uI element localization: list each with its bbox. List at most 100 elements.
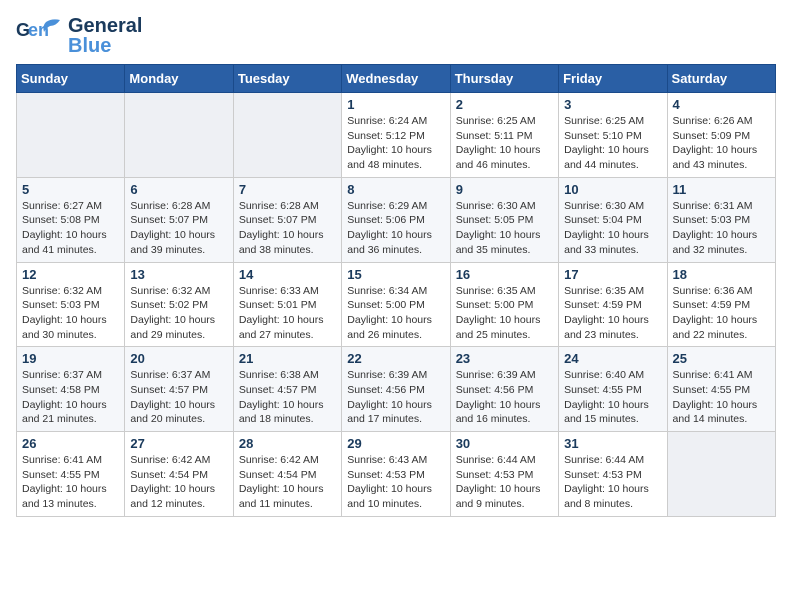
day-header-monday: Monday	[125, 65, 233, 93]
cell-info: Sunrise: 6:44 AM Sunset: 4:53 PM Dayligh…	[564, 453, 661, 512]
day-number: 7	[239, 182, 336, 197]
calendar-cell: 4 Sunrise: 6:26 AM Sunset: 5:09 PM Daylig…	[667, 93, 775, 178]
calendar-cell: 12 Sunrise: 6:32 AM Sunset: 5:03 PM Dayli…	[17, 262, 125, 347]
day-number: 5	[22, 182, 119, 197]
cell-info: Sunrise: 6:29 AM Sunset: 5:06 PM Dayligh…	[347, 199, 444, 258]
day-number: 11	[673, 182, 770, 197]
day-number: 18	[673, 267, 770, 282]
calendar-cell: 11 Sunrise: 6:31 AM Sunset: 5:03 PM Dayli…	[667, 177, 775, 262]
day-number: 15	[347, 267, 444, 282]
calendar-cell: 15 Sunrise: 6:34 AM Sunset: 5:00 PM Dayli…	[342, 262, 450, 347]
day-number: 23	[456, 351, 553, 366]
calendar-cell: 9 Sunrise: 6:30 AM Sunset: 5:05 PM Daylig…	[450, 177, 558, 262]
day-number: 24	[564, 351, 661, 366]
day-number: 21	[239, 351, 336, 366]
calendar-week-3: 12 Sunrise: 6:32 AM Sunset: 5:03 PM Dayli…	[17, 262, 776, 347]
calendar-week-2: 5 Sunrise: 6:27 AM Sunset: 5:08 PM Daylig…	[17, 177, 776, 262]
day-number: 29	[347, 436, 444, 451]
calendar-cell	[667, 432, 775, 517]
calendar-cell: 13Sunrise: 6:32 AM Sunset: 5:02 PM Dayli…	[125, 262, 233, 347]
calendar-cell: 14Sunrise: 6:33 AM Sunset: 5:01 PM Dayli…	[233, 262, 341, 347]
calendar-cell	[233, 93, 341, 178]
calendar-cell: 6 Sunrise: 6:28 AM Sunset: 5:07 PM Daylig…	[125, 177, 233, 262]
calendar-week-4: 19 Sunrise: 6:37 AM Sunset: 4:58 PM Dayli…	[17, 347, 776, 432]
day-header-friday: Friday	[559, 65, 667, 93]
calendar-cell	[125, 93, 233, 178]
cell-info: Sunrise: 6:25 AM Sunset: 5:11 PM Dayligh…	[456, 114, 553, 173]
day-number: 14	[239, 267, 336, 282]
cell-info: Sunrise: 6:30 AM Sunset: 5:05 PM Dayligh…	[456, 199, 553, 258]
day-number: 12	[22, 267, 119, 282]
cell-info: Sunrise: 6:37 AM Sunset: 4:58 PM Dayligh…	[22, 368, 119, 427]
day-number: 30	[456, 436, 553, 451]
day-number: 13	[130, 267, 227, 282]
day-number: 4	[673, 97, 770, 112]
cell-info: Sunrise: 6:37 AM Sunset: 4:57 PM Dayligh…	[130, 368, 227, 427]
cell-info: Sunrise: 6:38 AM Sunset: 4:57 PM Dayligh…	[239, 368, 336, 427]
calendar-cell: 3 Sunrise: 6:25 AM Sunset: 5:10 PM Daylig…	[559, 93, 667, 178]
calendar-week-5: 26 Sunrise: 6:41 AM Sunset: 4:55 PM Dayli…	[17, 432, 776, 517]
day-header-sunday: Sunday	[17, 65, 125, 93]
cell-info: Sunrise: 6:24 AM Sunset: 5:12 PM Dayligh…	[347, 114, 444, 173]
calendar-cell: 24 Sunrise: 6:40 AM Sunset: 4:55 PM Dayli…	[559, 347, 667, 432]
logo: G en General Blue	[16, 16, 142, 56]
calendar-cell: 23 Sunrise: 6:39 AM Sunset: 4:56 PM Dayli…	[450, 347, 558, 432]
cell-info: Sunrise: 6:39 AM Sunset: 4:56 PM Dayligh…	[347, 368, 444, 427]
calendar-cell: 28Sunrise: 6:42 AM Sunset: 4:54 PM Dayli…	[233, 432, 341, 517]
calendar-table: SundayMondayTuesdayWednesdayThursdayFrid…	[16, 64, 776, 517]
calendar-cell: 25Sunrise: 6:41 AM Sunset: 4:55 PM Dayli…	[667, 347, 775, 432]
day-header-thursday: Thursday	[450, 65, 558, 93]
day-number: 26	[22, 436, 119, 451]
calendar-cell: 17Sunrise: 6:35 AM Sunset: 4:59 PM Dayli…	[559, 262, 667, 347]
cell-info: Sunrise: 6:32 AM Sunset: 5:03 PM Dayligh…	[22, 284, 119, 343]
calendar-cell: 18 Sunrise: 6:36 AM Sunset: 4:59 PM Dayli…	[667, 262, 775, 347]
day-header-saturday: Saturday	[667, 65, 775, 93]
cell-info: Sunrise: 6:31 AM Sunset: 5:03 PM Dayligh…	[673, 199, 770, 258]
calendar-cell: 22 Sunrise: 6:39 AM Sunset: 4:56 PM Dayli…	[342, 347, 450, 432]
cell-info: Sunrise: 6:36 AM Sunset: 4:59 PM Dayligh…	[673, 284, 770, 343]
calendar-cell: 31 Sunrise: 6:44 AM Sunset: 4:53 PM Dayli…	[559, 432, 667, 517]
calendar-cell: 19 Sunrise: 6:37 AM Sunset: 4:58 PM Dayli…	[17, 347, 125, 432]
day-number: 19	[22, 351, 119, 366]
calendar-cell: 21 Sunrise: 6:38 AM Sunset: 4:57 PM Dayli…	[233, 347, 341, 432]
cell-info: Sunrise: 6:28 AM Sunset: 5:07 PM Dayligh…	[130, 199, 227, 258]
day-header-wednesday: Wednesday	[342, 65, 450, 93]
page-header: G en General Blue	[16, 16, 776, 56]
logo-line2: Blue	[68, 36, 142, 56]
day-number: 17	[564, 267, 661, 282]
calendar-header-row: SundayMondayTuesdayWednesdayThursdayFrid…	[17, 65, 776, 93]
calendar-cell: 26 Sunrise: 6:41 AM Sunset: 4:55 PM Dayli…	[17, 432, 125, 517]
day-number: 28	[239, 436, 336, 451]
cell-info: Sunrise: 6:30 AM Sunset: 5:04 PM Dayligh…	[564, 199, 661, 258]
cell-info: Sunrise: 6:34 AM Sunset: 5:00 PM Dayligh…	[347, 284, 444, 343]
calendar-cell: 30 Sunrise: 6:44 AM Sunset: 4:53 PM Dayli…	[450, 432, 558, 517]
day-number: 31	[564, 436, 661, 451]
calendar-cell: 16Sunrise: 6:35 AM Sunset: 5:00 PM Dayli…	[450, 262, 558, 347]
cell-info: Sunrise: 6:39 AM Sunset: 4:56 PM Dayligh…	[456, 368, 553, 427]
day-header-tuesday: Tuesday	[233, 65, 341, 93]
cell-info: Sunrise: 6:44 AM Sunset: 4:53 PM Dayligh…	[456, 453, 553, 512]
calendar-cell: 20 Sunrise: 6:37 AM Sunset: 4:57 PM Dayli…	[125, 347, 233, 432]
day-number: 20	[130, 351, 227, 366]
day-number: 22	[347, 351, 444, 366]
calendar-cell: 10Sunrise: 6:30 AM Sunset: 5:04 PM Dayli…	[559, 177, 667, 262]
cell-info: Sunrise: 6:27 AM Sunset: 5:08 PM Dayligh…	[22, 199, 119, 258]
day-number: 3	[564, 97, 661, 112]
calendar-cell: 1 Sunrise: 6:24 AM Sunset: 5:12 PM Daylig…	[342, 93, 450, 178]
calendar-cell: 5 Sunrise: 6:27 AM Sunset: 5:08 PM Daylig…	[17, 177, 125, 262]
cell-info: Sunrise: 6:42 AM Sunset: 4:54 PM Dayligh…	[130, 453, 227, 512]
calendar-cell: 8Sunrise: 6:29 AM Sunset: 5:06 PM Daylig…	[342, 177, 450, 262]
cell-info: Sunrise: 6:35 AM Sunset: 5:00 PM Dayligh…	[456, 284, 553, 343]
calendar-cell: 27Sunrise: 6:42 AM Sunset: 4:54 PM Dayli…	[125, 432, 233, 517]
cell-info: Sunrise: 6:25 AM Sunset: 5:10 PM Dayligh…	[564, 114, 661, 173]
cell-info: Sunrise: 6:26 AM Sunset: 5:09 PM Dayligh…	[673, 114, 770, 173]
day-number: 9	[456, 182, 553, 197]
day-number: 6	[130, 182, 227, 197]
cell-info: Sunrise: 6:41 AM Sunset: 4:55 PM Dayligh…	[22, 453, 119, 512]
calendar-cell	[17, 93, 125, 178]
cell-info: Sunrise: 6:40 AM Sunset: 4:55 PM Dayligh…	[564, 368, 661, 427]
cell-info: Sunrise: 6:28 AM Sunset: 5:07 PM Dayligh…	[239, 199, 336, 258]
logo-line1: General	[68, 16, 142, 36]
day-number: 2	[456, 97, 553, 112]
day-number: 1	[347, 97, 444, 112]
